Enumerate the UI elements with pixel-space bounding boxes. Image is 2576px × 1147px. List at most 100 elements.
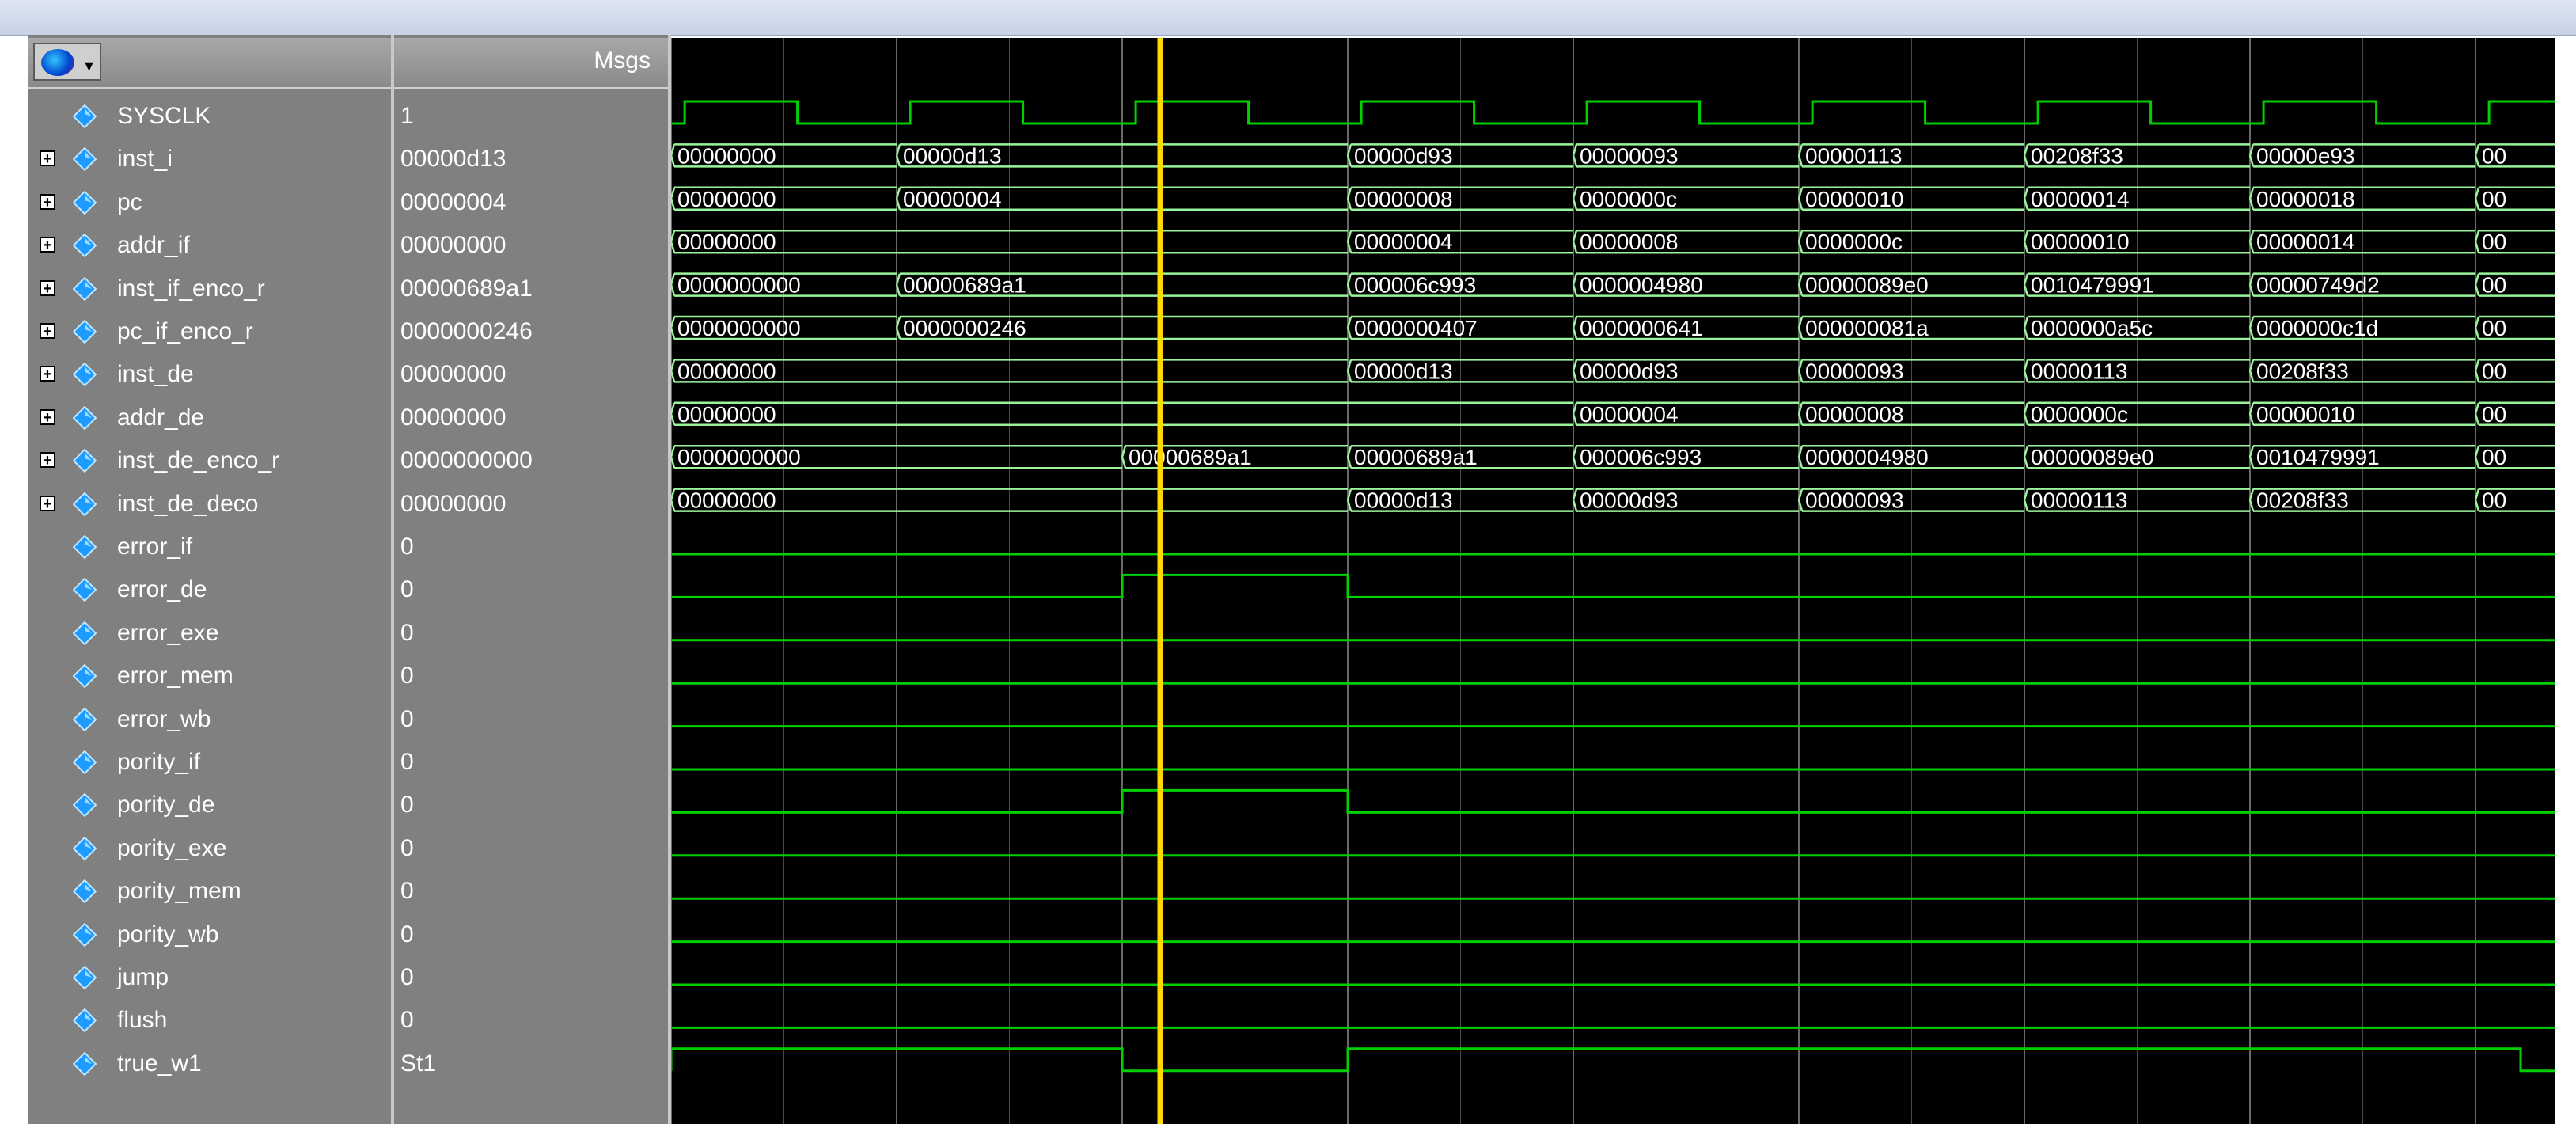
signal-name[interactable]: inst_if_enco_r bbox=[117, 275, 265, 302]
signal-diamond-icon bbox=[73, 922, 97, 947]
waveform-inst_if_enco_r[interactable]: 0000000000 00000689a1 000006c993 0000004980… bbox=[671, 272, 2555, 298]
signal-value: 00000000 bbox=[400, 404, 506, 431]
signal-row[interactable]: error_if 0 bbox=[28, 526, 671, 570]
signal-row[interactable]: + pc 00000004 bbox=[28, 181, 671, 226]
signal-row[interactable]: pority_de 0 bbox=[28, 784, 671, 828]
waveform-SYSCLK[interactable] bbox=[671, 100, 2555, 125]
signal-diamond-icon bbox=[73, 836, 97, 860]
waveform-canvas[interactable]: 00000000 00000d13 00000d93 00000093 00000113… bbox=[671, 38, 2555, 1124]
signal-row[interactable]: error_mem 0 bbox=[28, 655, 671, 699]
bus-value-label: 00 bbox=[2482, 187, 2506, 211]
signal-name[interactable]: addr_de bbox=[117, 404, 204, 431]
signal-name[interactable]: inst_de_enco_r bbox=[117, 447, 279, 474]
signal-name[interactable]: pority_wb bbox=[117, 921, 218, 948]
signal-name[interactable]: pc_if_enco_r bbox=[117, 318, 253, 345]
expand-toggle-icon[interactable]: + bbox=[40, 279, 55, 297]
signal-row[interactable]: + inst_de_deco 00000000 bbox=[28, 483, 671, 527]
signal-name[interactable]: error_if bbox=[117, 534, 192, 560]
signal-row[interactable]: jump 0 bbox=[28, 956, 671, 1001]
signal-name[interactable]: jump bbox=[117, 964, 169, 991]
bus-value-label: 00000089e0 bbox=[1805, 273, 1929, 298]
signal-name[interactable]: inst_de_deco bbox=[117, 491, 258, 518]
signal-diamond-icon bbox=[73, 879, 97, 904]
expand-toggle-icon[interactable]: + bbox=[40, 193, 55, 211]
signal-name[interactable]: pority_mem bbox=[117, 878, 241, 905]
signal-row[interactable]: + pc_if_enco_r 0000000246 bbox=[28, 310, 671, 355]
signal-value: 0 bbox=[400, 705, 414, 732]
signal-value: 0 bbox=[400, 921, 414, 948]
bus-value-label: 00000d93 bbox=[1354, 143, 1453, 168]
waveform-addr_de[interactable]: 00000000 00000004 00000008 0000000c 00000010… bbox=[671, 401, 2555, 427]
signal-name[interactable]: true_w1 bbox=[117, 1050, 202, 1077]
expand-toggle-icon[interactable]: + bbox=[40, 495, 55, 512]
bus-value-label: 00000e93 bbox=[2256, 143, 2355, 168]
waveform-true_w1[interactable] bbox=[671, 1047, 2555, 1073]
expand-toggle-icon[interactable]: + bbox=[40, 237, 55, 253]
expand-toggle-icon[interactable]: + bbox=[40, 366, 55, 382]
signal-row[interactable]: + inst_i 00000d13 bbox=[28, 138, 671, 182]
signal-row[interactable]: SYSCLK 1 bbox=[28, 95, 671, 139]
signal-value: 0000000246 bbox=[400, 318, 533, 344]
wave-format-button[interactable]: ▾ bbox=[33, 43, 101, 81]
waveform-pority_de[interactable] bbox=[671, 788, 2555, 814]
bus-value-label: 00000010 bbox=[2256, 402, 2355, 427]
bus-value-label: 00000004 bbox=[1580, 402, 1679, 427]
signal-name[interactable]: pc bbox=[117, 189, 142, 216]
signal-row[interactable]: pority_if 0 bbox=[28, 741, 671, 785]
waveform-pc[interactable]: 00000000 00000004 00000008 0000000c 00000010… bbox=[671, 186, 2555, 211]
waveform-error_de[interactable] bbox=[671, 573, 2555, 598]
bus-value-label: 00 bbox=[2482, 143, 2506, 168]
signal-row[interactable]: flush 0 bbox=[28, 999, 671, 1043]
signal-row[interactable]: error_de 0 bbox=[28, 568, 671, 613]
signal-name[interactable]: inst_de bbox=[117, 361, 194, 388]
expand-toggle-icon[interactable]: + bbox=[40, 150, 55, 167]
signal-diamond-icon bbox=[73, 793, 97, 818]
signal-name[interactable]: pority_if bbox=[117, 749, 200, 776]
signal-row[interactable]: pority_mem 0 bbox=[28, 870, 671, 914]
signal-row[interactable]: + addr_de 00000000 bbox=[28, 397, 671, 441]
signal-name[interactable]: pority_exe bbox=[117, 835, 226, 862]
waveform-pc_if_enco_r[interactable]: 0000000000 0000000246 0000000407 0000000641… bbox=[671, 315, 2555, 340]
signal-name[interactable]: inst_i bbox=[117, 146, 173, 173]
bus-value-label: 0000000000 bbox=[677, 445, 801, 469]
signal-row[interactable]: error_exe 0 bbox=[28, 612, 671, 656]
waveform-inst_de_deco[interactable]: 00000000 00000d13 00000d93 00000093 00000113… bbox=[671, 488, 2555, 513]
bus-value-label: 00208f33 bbox=[2256, 488, 2349, 513]
signal-name[interactable]: SYSCLK bbox=[117, 103, 211, 130]
signal-name[interactable]: pority_de bbox=[117, 792, 214, 818]
waveform-addr_if[interactable]: 00000000 00000004 00000008 0000000c 00000010… bbox=[671, 229, 2555, 254]
expand-toggle-icon[interactable]: + bbox=[40, 408, 55, 426]
bus-value-label: 0010479991 bbox=[2031, 273, 2154, 298]
signal-row[interactable]: pority_exe 0 bbox=[28, 827, 671, 872]
bus-value-label: 00000d93 bbox=[1580, 488, 1679, 513]
signal-name[interactable]: flush bbox=[117, 1007, 167, 1034]
signal-value: 00000d13 bbox=[400, 146, 506, 173]
msgs-header-label: Msgs bbox=[594, 47, 651, 74]
expand-toggle-icon[interactable]: + bbox=[40, 323, 55, 340]
expand-toggle-icon[interactable]: + bbox=[40, 452, 55, 469]
signal-diamond-icon bbox=[73, 750, 97, 774]
signal-name[interactable]: error_wb bbox=[117, 706, 211, 733]
signal-name[interactable]: addr_if bbox=[117, 232, 190, 259]
waveform-inst_i[interactable]: 00000000 00000d13 00000d93 00000093 00000113… bbox=[671, 143, 2555, 168]
signal-row[interactable]: pority_wb 0 bbox=[28, 913, 671, 958]
waveform-inst_de_enco_r[interactable]: 0000000000 00000689a1 00000689a1 000006c993… bbox=[671, 444, 2555, 469]
signal-name[interactable]: error_exe bbox=[117, 620, 218, 647]
bus-value-label: 00000113 bbox=[1805, 143, 1903, 168]
bus-value-label: 0000004980 bbox=[1580, 273, 1703, 298]
signal-name[interactable]: error_de bbox=[117, 576, 207, 603]
signal-row[interactable]: + inst_if_enco_r 00000689a1 bbox=[28, 268, 671, 312]
dropdown-arrow-icon: ▾ bbox=[84, 55, 93, 75]
waveform-inst_de[interactable]: 00000000 00000d13 00000d93 00000093 00000113… bbox=[671, 359, 2555, 383]
signal-row[interactable]: + addr_if 00000000 bbox=[28, 224, 671, 268]
signal-row[interactable]: true_w1 St1 bbox=[28, 1043, 671, 1087]
bus-value-label: 0000000407 bbox=[1354, 316, 1478, 340]
signal-diamond-icon bbox=[73, 664, 97, 689]
signal-row[interactable]: + inst_de_enco_r 0000000000 bbox=[28, 439, 671, 484]
signal-row[interactable]: + inst_de 00000000 bbox=[28, 353, 671, 397]
signal-row[interactable]: error_wb 0 bbox=[28, 698, 671, 743]
signal-name[interactable]: error_mem bbox=[117, 663, 233, 689]
values-column-header: Msgs bbox=[394, 38, 668, 89]
bus-value-label: 0000000c bbox=[2031, 402, 2128, 427]
bit-trace bbox=[671, 788, 2555, 814]
